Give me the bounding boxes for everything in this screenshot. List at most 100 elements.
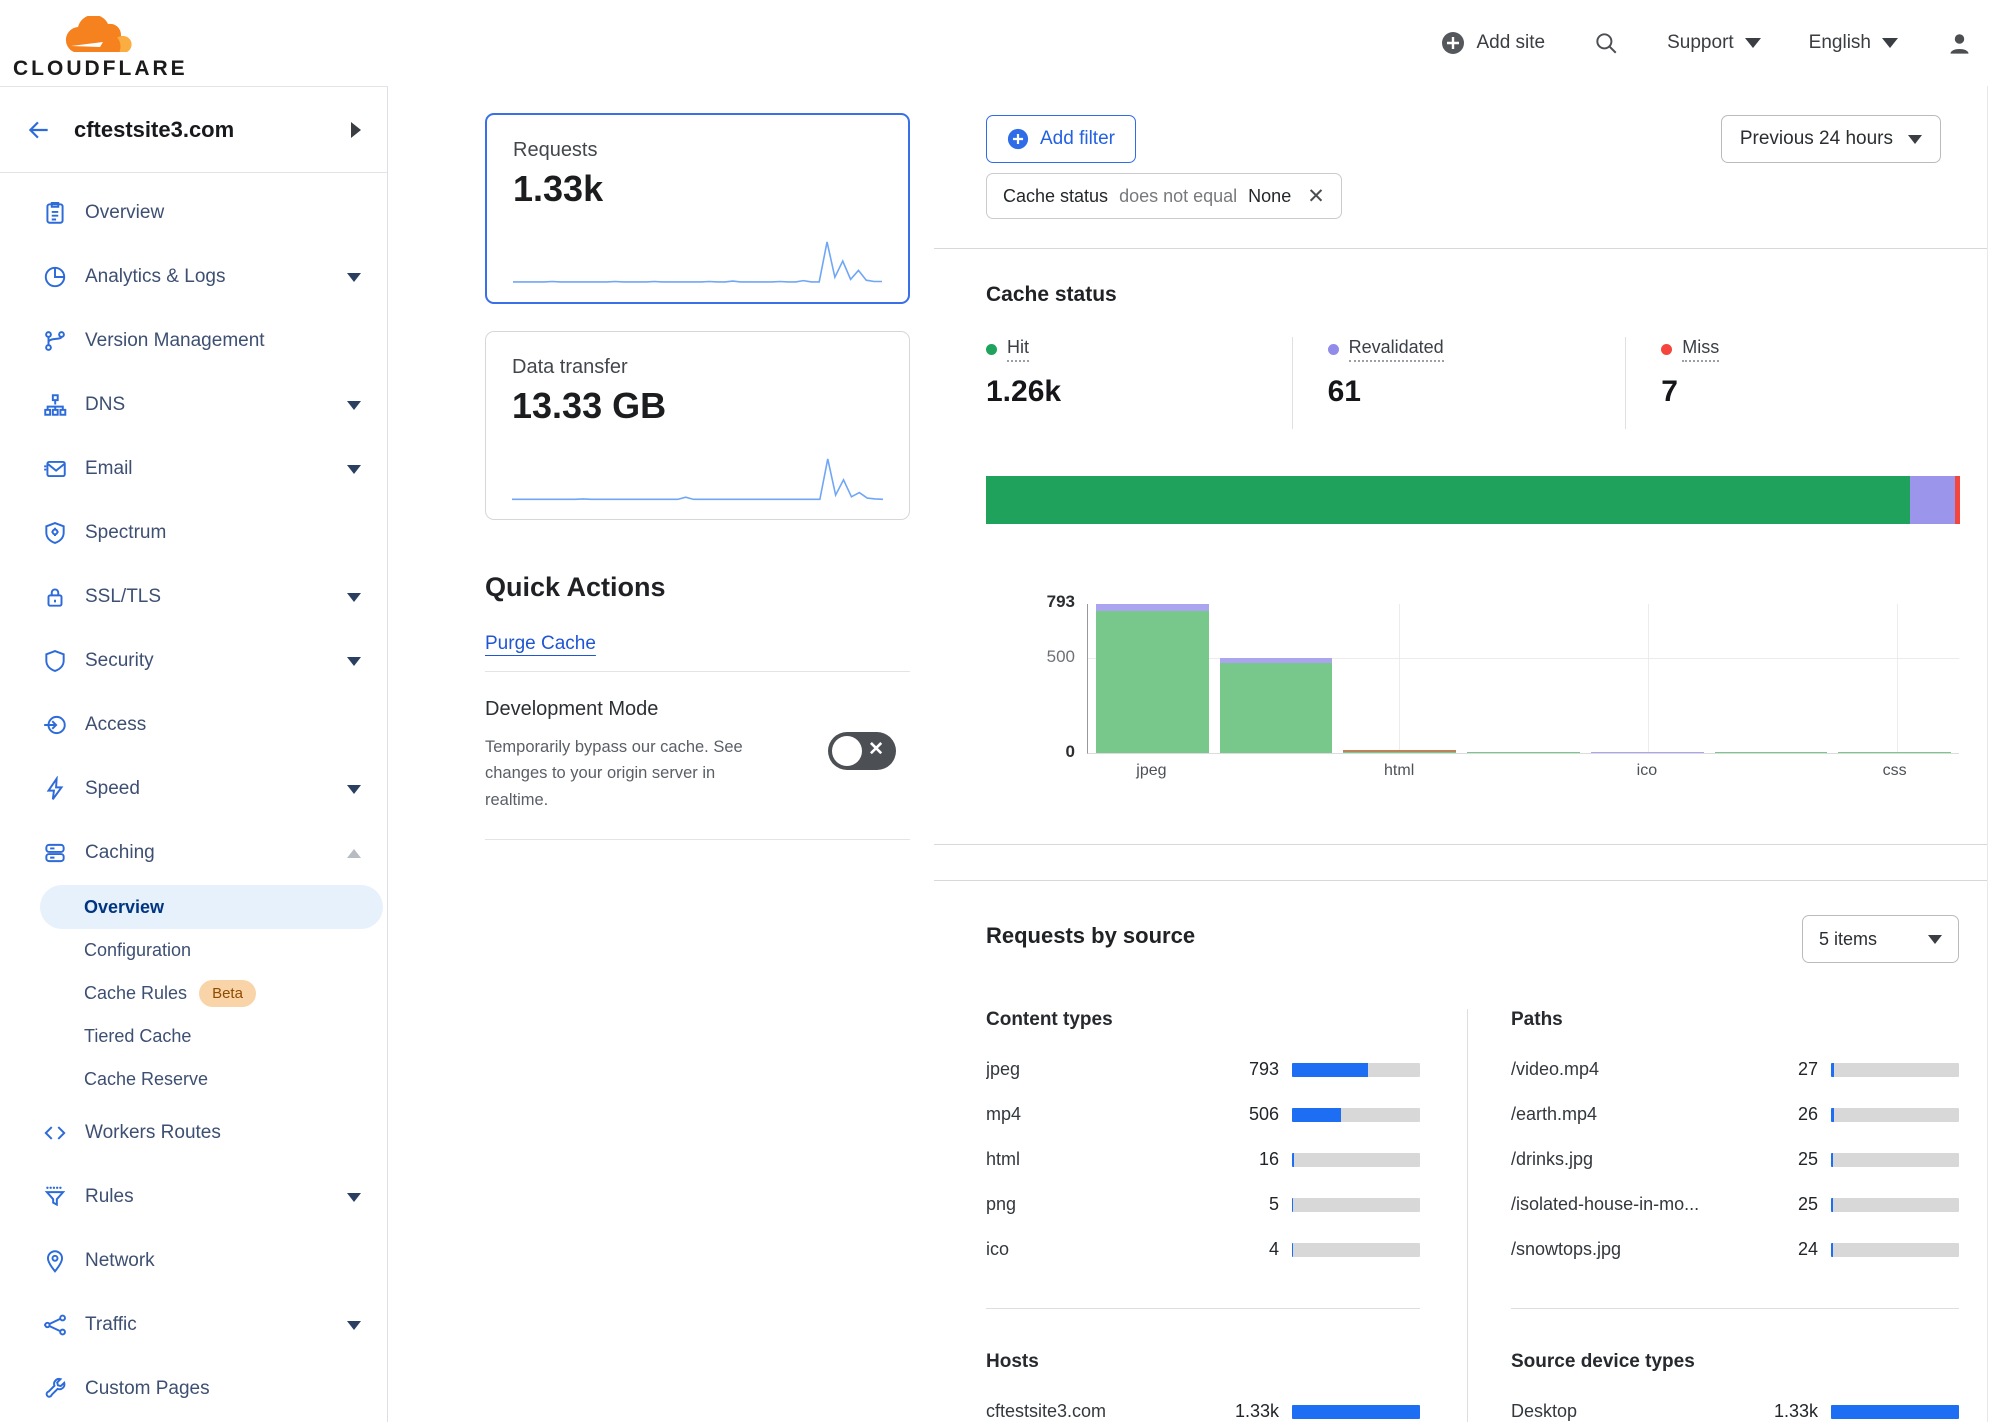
row-label[interactable]: Desktop [1511,1401,1766,1422]
list-item[interactable]: /drinks.jpg25 [1511,1137,1959,1182]
sidebar-item-label: Overview [85,202,164,224]
sidebar-item-caching[interactable]: Caching [0,821,387,885]
items-count-dropdown[interactable]: 5 items [1802,915,1959,963]
row-label[interactable]: cftestsite3.com [986,1401,1227,1422]
list-item[interactable]: png5 [986,1182,1420,1227]
legend-revalidated: Revalidated 61 [1292,337,1626,429]
list-item[interactable]: /isolated-house-in-mo...25 [1511,1182,1959,1227]
list-item[interactable]: /video.mp427 [1511,1047,1959,1092]
purge-cache-link[interactable]: Purge Cache [485,633,596,655]
list-item[interactable]: mp4506 [986,1092,1420,1137]
sidebar-subitem-tiered-cache[interactable]: Tiered Cache [0,1015,387,1058]
requests-summary-card[interactable]: Requests 1.33k [485,113,910,304]
row-value: 26 [1766,1104,1818,1125]
bar-css[interactable] [1838,604,1951,753]
back-arrow-icon[interactable] [26,117,52,143]
sidebar-item-email[interactable]: Email [0,437,387,501]
data-transfer-summary-card[interactable]: Data transfer 13.33 GB [485,331,910,520]
row-value: 1.33k [1766,1401,1818,1422]
bar-slot-5[interactable] [1715,604,1828,753]
sidebar-item-ssl-tls[interactable]: SSL/TLS [0,565,387,629]
lightning-icon [42,776,68,802]
hierarchy-icon [42,392,68,418]
sidebar-item-overview[interactable]: Overview [0,181,387,245]
list-item[interactable]: /earth.mp426 [1511,1092,1959,1137]
site-switcher-arrow-icon[interactable] [351,122,361,138]
language-menu[interactable]: English [1809,32,1898,54]
list-item[interactable]: cftestsite3.com1.33k [986,1389,1420,1422]
row-label[interactable]: /isolated-house-in-mo... [1511,1194,1766,1215]
sidebar-item-dns[interactable]: DNS [0,373,387,437]
filter-chip[interactable]: Cache status does not equal None ✕ [986,173,1342,219]
row-bar-track [1292,1198,1420,1212]
list-item[interactable]: ico4 [986,1227,1420,1272]
row-label[interactable]: ico [986,1239,1227,1260]
user-account-icon[interactable] [1946,30,1973,57]
sidebar-item-version-management[interactable]: Version Management [0,309,387,373]
cloudflare-logo[interactable]: CLOUDFLARE [13,16,188,81]
row-label[interactable]: /video.mp4 [1511,1059,1766,1080]
list-item[interactable]: Desktop1.33k [1511,1389,1959,1422]
sidebar-subitem-overview-selected[interactable]: Overview [40,885,383,929]
sidebar-item-security[interactable]: Security [0,629,387,693]
list-item[interactable]: html16 [986,1137,1420,1182]
row-label[interactable]: png [986,1194,1227,1215]
legend-label[interactable]: Hit [1007,337,1029,362]
legend-label[interactable]: Miss [1682,337,1719,362]
row-bar-fill [1831,1198,1833,1212]
bar-slot-1[interactable] [1220,604,1333,753]
remove-filter-icon[interactable]: ✕ [1307,186,1325,207]
row-label[interactable]: /snowtops.jpg [1511,1239,1766,1260]
sidebar-item-label: Spectrum [85,522,166,544]
device-types-header: Source device types [1511,1351,1959,1373]
bar-segment-revalidated [1096,604,1209,611]
add-site-button[interactable]: Add site [1441,31,1545,55]
add-filter-button[interactable]: Add filter [986,115,1136,163]
sidebar-item-spectrum[interactable]: Spectrum [0,501,387,565]
cache-bar-plot [1087,604,1959,754]
divider [1511,1308,1959,1309]
development-mode-title: Development Mode [485,698,910,721]
search-icon[interactable] [1593,30,1619,56]
row-bar-track [1292,1405,1420,1419]
row-label[interactable]: /drinks.jpg [1511,1149,1766,1170]
row-label[interactable]: html [986,1149,1227,1170]
items-count-label: 5 items [1819,929,1877,950]
data-transfer-value: 13.33 GB [512,385,883,427]
row-label[interactable]: mp4 [986,1104,1227,1125]
row-label[interactable]: /earth.mp4 [1511,1104,1766,1125]
sidebar-subitem-configuration[interactable]: Configuration [0,929,387,972]
bar-html[interactable] [1343,604,1456,753]
sidebar-item-access[interactable]: Access [0,693,387,757]
sidebar-item-rules[interactable]: Rules [0,1165,387,1229]
cache-status-summary-bar [986,476,1960,524]
sidebar-item-analytics-logs[interactable]: Analytics & Logs [0,245,387,309]
time-range-dropdown[interactable]: Previous 24 hours [1721,115,1941,163]
sidebar-item-workers-routes[interactable]: Workers Routes [0,1101,387,1165]
sidebar-item-network[interactable]: Network [0,1229,387,1293]
sidebar-item-traffic[interactable]: Traffic [0,1293,387,1357]
list-item[interactable]: /snowtops.jpg24 [1511,1227,1959,1272]
sidebar-item-custom-pages[interactable]: Custom Pages [0,1357,387,1421]
bar-jpeg[interactable] [1096,604,1209,753]
bar-ico[interactable] [1591,604,1704,753]
sidebar-item-speed[interactable]: Speed [0,757,387,821]
legend-hit: Hit 1.26k [986,337,1292,429]
development-mode-toggle[interactable]: ✕ [828,732,896,770]
cache-status-bar-chart: 7935000 [986,604,1959,754]
code-brackets-icon [42,1120,68,1146]
sidebar-subitem-cache-reserve[interactable]: Cache Reserve [0,1058,387,1101]
access-icon [42,712,68,738]
support-menu[interactable]: Support [1667,32,1761,54]
sidebar-item-label: DNS [85,394,125,416]
revalidated-value: 61 [1328,375,1626,409]
sidebar-subitem-cache-rules[interactable]: Cache Rules Beta [0,972,387,1015]
filter-field: Cache status [1003,186,1108,207]
list-item[interactable]: jpeg793 [986,1047,1420,1092]
cloudflare-cloud-icon [41,16,159,56]
row-bar-track [1831,1108,1959,1122]
row-label[interactable]: jpeg [986,1059,1227,1080]
analytics-panel: Add filter Cache status does not equal N… [934,86,1988,1422]
bar-slot-3[interactable] [1467,604,1580,753]
legend-label[interactable]: Revalidated [1349,337,1444,362]
